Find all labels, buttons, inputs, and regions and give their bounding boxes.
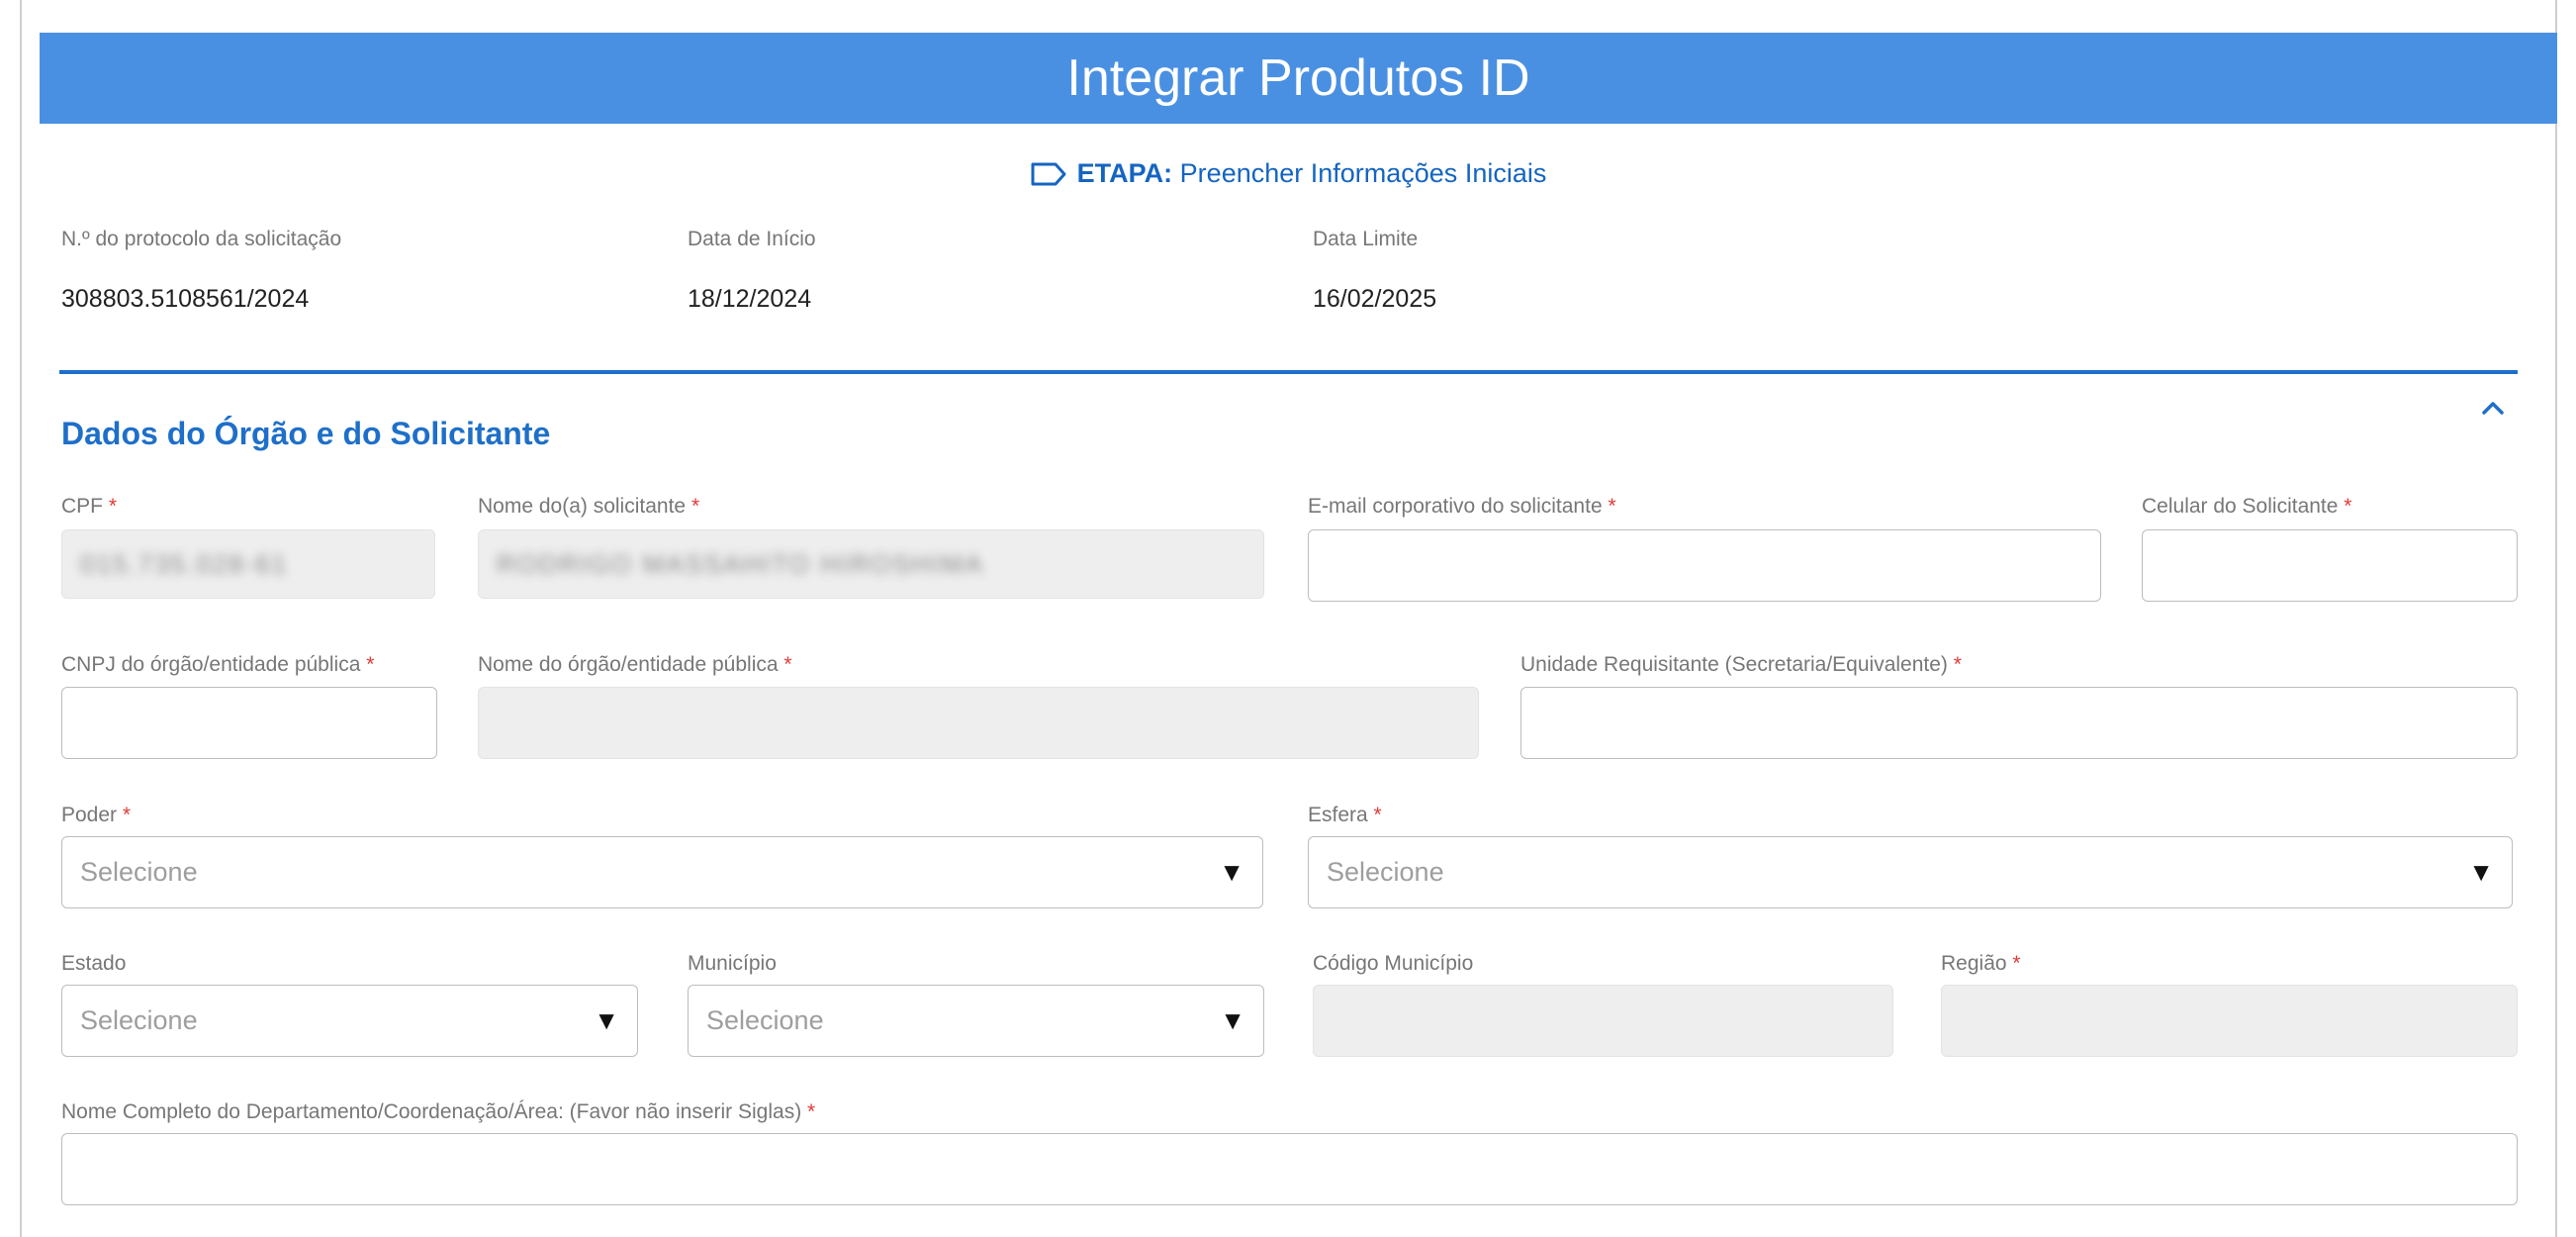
esfera-select[interactable]: Selecione ▼ xyxy=(1308,836,2513,908)
esfera-selected: Selecione xyxy=(1327,857,1444,887)
etapa-indicator: ETAPA: Preencher Informações Iniciais xyxy=(0,158,2576,189)
deadline-value: 16/02/2025 xyxy=(1313,285,1437,313)
dropdown-arrow-icon: ▼ xyxy=(1219,857,1244,887)
poder-label: Poder * xyxy=(61,804,132,826)
unidade-input[interactable] xyxy=(1539,707,2499,739)
celular-field[interactable] xyxy=(2142,529,2518,602)
codigo-municipio-field xyxy=(1313,985,1893,1057)
codigo-municipio-label: Código Município xyxy=(1313,952,1474,975)
estado-label: Estado xyxy=(61,952,127,975)
etapa-prefix: ETAPA: xyxy=(1076,158,1173,188)
municipio-select[interactable]: Selecione ▼ xyxy=(688,985,1264,1057)
cnpj-input[interactable] xyxy=(80,707,418,739)
nome-solicitante-field: RODRIGO MASSAHITO HIROSHIMA xyxy=(478,529,1264,599)
unidade-field[interactable] xyxy=(1520,687,2518,759)
regiao-label: Região * xyxy=(1941,952,2021,975)
departamento-label: Nome Completo do Departamento/Coordenaçã… xyxy=(61,1100,816,1123)
deadline-label: Data Limite xyxy=(1313,228,1419,250)
celular-input[interactable] xyxy=(2161,549,2499,582)
nome-solicitante-value: RODRIGO MASSAHITO HIROSHIMA xyxy=(497,548,984,579)
departamento-field[interactable] xyxy=(61,1133,2518,1205)
nome-orgao-label: Nome do órgão/entidade pública * xyxy=(478,653,792,676)
protocol-label: N.º do protocolo da solicitação xyxy=(61,228,342,250)
tag-icon xyxy=(1031,162,1066,185)
email-input[interactable] xyxy=(1327,549,2082,582)
start-date-value: 18/12/2024 xyxy=(688,285,812,313)
page-title: Integrar Produtos ID xyxy=(1066,49,1530,107)
dropdown-arrow-icon: ▼ xyxy=(1220,1005,1245,1035)
dropdown-arrow-icon: ▼ xyxy=(2468,857,2494,887)
poder-selected: Selecione xyxy=(80,857,198,887)
cnpj-label: CNPJ do órgão/entidade pública * xyxy=(61,653,375,676)
section-title: Dados do Órgão e do Solicitante xyxy=(61,416,551,451)
estado-select[interactable]: Selecione ▼ xyxy=(61,985,638,1057)
nome-solicitante-label: Nome do(a) solicitante * xyxy=(478,495,700,518)
cpf-value: 015.735.028-61 xyxy=(80,548,289,579)
unidade-label: Unidade Requisitante (Secretaria/Equival… xyxy=(1520,653,1962,676)
celular-label: Celular do Solicitante * xyxy=(2142,495,2352,518)
nome-orgao-field xyxy=(478,687,1479,759)
dropdown-arrow-icon: ▼ xyxy=(594,1005,619,1035)
poder-select[interactable]: Selecione ▼ xyxy=(61,836,1263,908)
esfera-label: Esfera * xyxy=(1308,804,1382,826)
chevron-up-icon[interactable] xyxy=(2478,396,2508,420)
page-header: Integrar Produtos ID xyxy=(40,33,2557,124)
departamento-input[interactable] xyxy=(80,1153,2499,1186)
etapa-text: Preencher Informações Iniciais xyxy=(1179,158,1547,188)
section-divider xyxy=(59,370,2518,374)
email-field[interactable] xyxy=(1308,529,2101,602)
email-label: E-mail corporativo do solicitante * xyxy=(1308,495,1616,518)
cpf-label: CPF * xyxy=(61,495,118,518)
cpf-field: 015.735.028-61 xyxy=(61,529,435,599)
estado-selected: Selecione xyxy=(80,1005,198,1035)
regiao-field xyxy=(1941,985,2518,1057)
municipio-selected: Selecione xyxy=(706,1005,824,1035)
protocol-value: 308803.5108561/2024 xyxy=(61,285,310,313)
municipio-label: Município xyxy=(688,952,777,975)
cnpj-field[interactable] xyxy=(61,687,437,759)
start-date-label: Data de Início xyxy=(688,228,816,250)
